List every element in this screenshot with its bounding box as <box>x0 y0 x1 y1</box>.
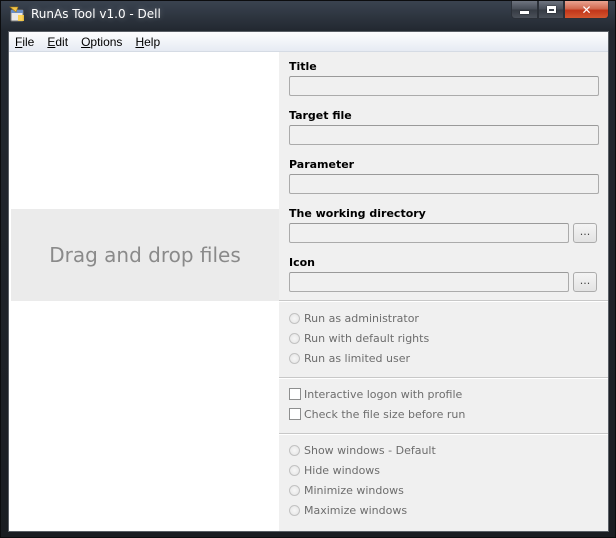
checkbox-box <box>289 408 301 420</box>
radio-circle <box>289 312 300 324</box>
radio-minimize-windows[interactable]: Minimize windows <box>289 482 404 498</box>
divider-2 <box>279 377 608 379</box>
menu-options-rest: ptions <box>90 34 123 49</box>
radio-maximize-windows[interactable]: Maximize windows <box>289 502 407 518</box>
maximize-icon <box>546 6 556 13</box>
checkbox-box <box>289 388 301 400</box>
divider-3 <box>279 433 608 435</box>
checkbox-label: Check the file size before run <box>304 407 466 421</box>
checkbox-interactive-logon[interactable]: Interactive logon with profile <box>289 386 462 402</box>
close-button[interactable]: ✕ <box>564 1 609 19</box>
window-title: RunAs Tool v1.0 - Dell <box>31 7 161 21</box>
radio-circle <box>289 352 300 364</box>
title-label: Title <box>289 60 317 73</box>
menu-edit-rest: dit <box>55 34 69 49</box>
radio-hide-windows[interactable]: Hide windows <box>289 462 380 478</box>
app-window: RunAs Tool v1.0 - Dell ✕ File Edit Optio… <box>0 0 616 538</box>
drop-zone[interactable]: Drag and drop files <box>11 209 279 301</box>
radio-circle <box>289 444 300 456</box>
minimize-icon <box>520 11 529 14</box>
menu-options-accel: O <box>81 34 91 49</box>
radio-circle <box>289 332 300 344</box>
menu-file[interactable]: File <box>9 35 40 49</box>
maximize-button[interactable] <box>538 1 564 19</box>
radio-label: Run as administrator <box>304 311 419 325</box>
target-file-input[interactable] <box>289 125 599 145</box>
close-icon: ✕ <box>581 2 592 17</box>
radio-label: Show windows - Default <box>304 443 436 457</box>
menu-help-accel: H <box>135 34 145 49</box>
radio-label: Run with default rights <box>304 331 430 345</box>
radio-circle <box>289 484 300 496</box>
working-directory-label: The working directory <box>289 207 426 220</box>
parameter-label: Parameter <box>289 158 355 171</box>
menu-help-rest: elp <box>144 34 161 49</box>
menu-bar: File Edit Options Help <box>9 32 608 52</box>
drop-panel: Drag and drop files <box>9 52 279 531</box>
checkbox-check-file-size[interactable]: Check the file size before run <box>289 406 465 422</box>
runas-app-icon <box>9 6 26 23</box>
settings-panel: Title Target file Parameter The working … <box>279 52 608 531</box>
icon-browse-button[interactable]: ... <box>573 272 597 292</box>
menu-edit[interactable]: Edit <box>41 35 74 49</box>
radio-label: Run as limited user <box>304 351 410 365</box>
radio-show-windows-default[interactable]: Show windows - Default <box>289 442 436 458</box>
radio-label: Maximize windows <box>304 503 408 517</box>
radio-run-default-rights[interactable]: Run with default rights <box>289 330 429 346</box>
icon-input[interactable] <box>289 272 569 292</box>
menu-options[interactable]: Options <box>75 35 128 49</box>
radio-run-as-administrator[interactable]: Run as administrator <box>289 310 419 326</box>
menu-help[interactable]: Help <box>129 35 166 49</box>
target-file-label: Target file <box>289 109 352 122</box>
menu-file-rest: ile <box>22 34 35 49</box>
caption-buttons: ✕ <box>511 1 609 21</box>
working-directory-browse-button[interactable]: ... <box>573 223 597 243</box>
radio-circle <box>289 504 300 516</box>
radio-label: Hide windows <box>304 463 381 477</box>
icon-label: Icon <box>289 256 316 269</box>
drop-zone-label: Drag and drop files <box>49 243 241 267</box>
parameter-input[interactable] <box>289 174 599 194</box>
client-area: File Edit Options Help Drag and drop fil… <box>8 31 609 532</box>
radio-label: Minimize windows <box>304 483 404 497</box>
divider-1 <box>279 300 608 302</box>
working-directory-input[interactable] <box>289 223 569 243</box>
checkbox-label: Interactive logon with profile <box>304 387 463 401</box>
radio-run-limited-user[interactable]: Run as limited user <box>289 350 410 366</box>
title-input[interactable] <box>289 76 599 96</box>
radio-circle <box>289 464 300 476</box>
minimize-button[interactable] <box>511 1 538 19</box>
title-bar[interactable]: RunAs Tool v1.0 - Dell ✕ <box>1 1 615 31</box>
